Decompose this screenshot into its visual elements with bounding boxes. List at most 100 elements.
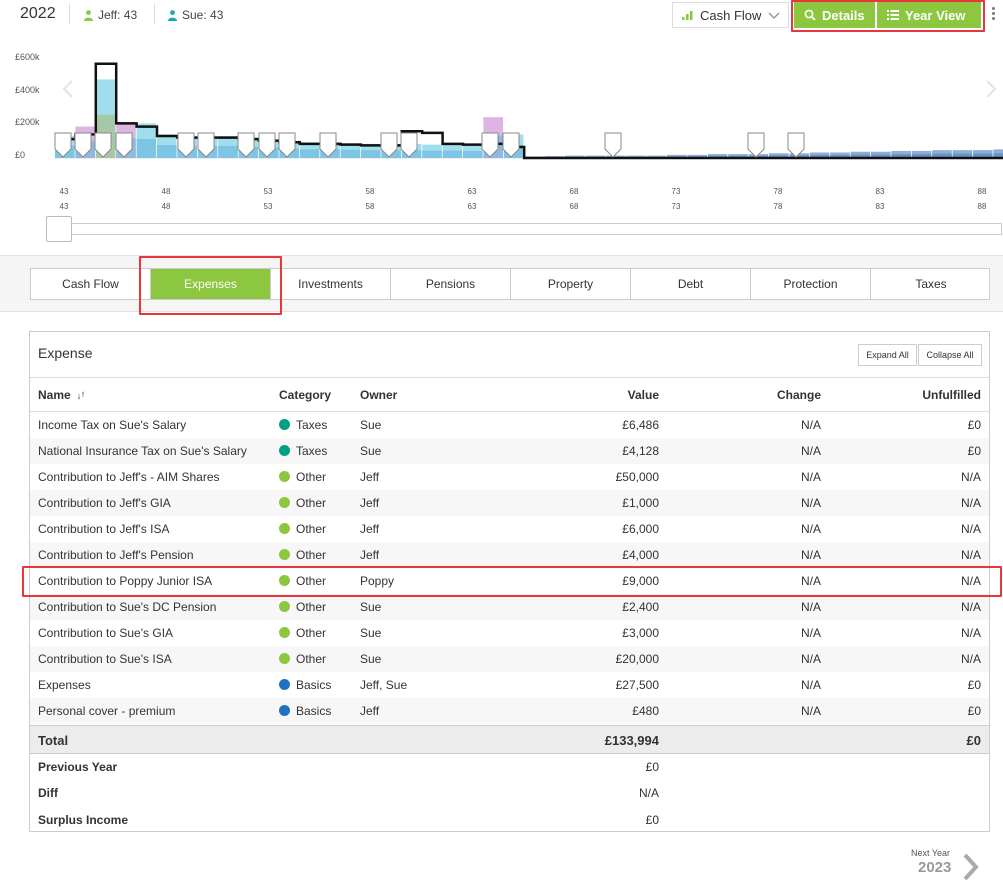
row-owner: Jeff (360, 496, 380, 510)
sort-icon[interactable] (77, 391, 85, 400)
expense-panel: Expense Expand All Collapse All Name Cat… (29, 331, 990, 832)
row-value: £1,000 (622, 496, 659, 510)
age-tick-label: 83 (875, 202, 885, 211)
row-category-label: Basics (296, 678, 332, 692)
table-row[interactable]: Contribution to Jeff's - AIM Shares Other… (30, 464, 989, 490)
chevron-right-icon[interactable] (985, 80, 997, 98)
age-tick-label: 48 (161, 202, 171, 211)
row-owner: Jeff (360, 548, 380, 562)
collapse-all-button[interactable]: Collapse All (918, 344, 982, 366)
table-row[interactable]: Contribution to Jeff's GIA Other Jeff £1,00… (30, 490, 989, 516)
cash-flow-chart[interactable]: £600k £400k £200k £0 Pre-Retirement Reti… (0, 30, 1003, 245)
age-tick-label: 88 (977, 187, 987, 196)
next-year-button[interactable]: Next Year 2023 (911, 848, 979, 881)
total-unfulfilled: £0 (966, 733, 981, 748)
summary-row: Previous Year £0 (30, 754, 989, 780)
row-value: £50,000 (615, 470, 659, 484)
more-menu-icon[interactable] (992, 7, 995, 22)
row-name: Personal cover - premium (38, 704, 176, 718)
row-name: Contribution to Sue's DC Pension (38, 600, 217, 614)
col-category: Category (279, 388, 332, 402)
age-tick-label: 63 (467, 187, 477, 196)
table-row[interactable]: Contribution to Sue's DC Pension Other Sue… (30, 594, 989, 620)
col-owner: Owner (360, 388, 398, 402)
chart-bar-segment (218, 145, 238, 158)
view-select-label: Cash Flow (700, 7, 762, 23)
expand-all-button[interactable]: Expand All (858, 344, 917, 366)
divider (154, 4, 155, 24)
row-category: Other (279, 548, 326, 562)
slider-handle[interactable] (46, 216, 72, 242)
table-row[interactable]: Expenses Basics Jeff, Sue £27,500 N/A £0 (30, 672, 989, 698)
tab-protection[interactable]: Protection (751, 269, 871, 299)
row-name: Contribution to Sue's ISA (38, 652, 172, 666)
row-category-label: Taxes (296, 418, 328, 432)
row-name: Contribution to Sue's GIA (38, 626, 174, 640)
row-unfulfilled: £0 (967, 704, 981, 718)
divider (69, 4, 70, 24)
summary-value: £0 (645, 760, 659, 774)
table-row[interactable]: National Insurance Tax on Sue's Salary Ta… (30, 438, 989, 464)
age-tick-label: 43 (59, 187, 69, 196)
event-marker-icon[interactable] (604, 132, 622, 158)
row-value: £6,486 (622, 418, 659, 432)
row-unfulfilled: £0 (967, 444, 981, 458)
category-dot-icon (279, 445, 290, 456)
tab-taxes[interactable]: Taxes (871, 269, 991, 299)
row-category: Basics (279, 704, 331, 718)
row-unfulfilled: £0 (967, 418, 981, 432)
chart-bar-segment (136, 138, 157, 158)
person-icon (84, 9, 93, 21)
row-value: £2,400 (622, 600, 659, 614)
tab-debt[interactable]: Debt (631, 269, 751, 299)
chart-bar-segment (299, 149, 320, 158)
tab-property[interactable]: Property (511, 269, 631, 299)
tab-cash-flow[interactable]: Cash Flow (31, 269, 151, 299)
category-dot-icon (279, 705, 290, 716)
table-row[interactable]: Contribution to Jeff's Pension Other Jeff £… (30, 542, 989, 568)
panel-header: Expense Expand All Collapse All (30, 332, 989, 378)
details-label: Details (822, 7, 865, 23)
band-pre-retirement: Pre-Retirement (55, 160, 511, 182)
tab-expenses[interactable]: Expenses (151, 269, 271, 299)
col-name[interactable]: Name (38, 388, 85, 402)
table-row[interactable]: Contribution to Poppy Junior ISA Other Pop… (30, 568, 989, 594)
tab-investments[interactable]: Investments (271, 269, 391, 299)
row-category-label: Other (296, 600, 327, 614)
year-view-button[interactable]: Year View (877, 2, 981, 28)
chart-bar-segment (361, 150, 381, 158)
age-tick-label: 43 (59, 202, 69, 211)
list-icon (887, 10, 899, 20)
table-row[interactable]: Personal cover - premium Basics Jeff £480 N/… (30, 698, 989, 724)
category-dot-icon (279, 471, 290, 482)
row-category: Other (279, 496, 326, 510)
age-axis-jeff: 43 48 53 58 63 68 73 78 83 88 (0, 187, 1003, 199)
row-category-label: Other (296, 470, 327, 484)
chevron-left-icon[interactable] (62, 80, 74, 98)
table-row[interactable]: Contribution to Sue's GIA Other Sue £3,000 N… (30, 620, 989, 646)
table-row[interactable]: Contribution to Sue's ISA Other Sue £20,000… (30, 646, 989, 672)
table-row[interactable]: Income Tax on Sue's Salary Taxes Sue £6,486… (30, 412, 989, 438)
view-select[interactable]: Cash Flow (672, 2, 789, 28)
row-category: Other (279, 574, 326, 588)
row-unfulfilled: £0 (967, 678, 981, 692)
row-unfulfilled: N/A (960, 652, 981, 666)
timeline-slider[interactable] (60, 223, 1002, 235)
year-view-label: Year View (905, 7, 966, 23)
event-marker-icon[interactable] (747, 132, 765, 158)
row-change: N/A (800, 418, 821, 432)
row-value: £9,000 (622, 574, 659, 588)
row-change: N/A (800, 522, 821, 536)
category-dot-icon (279, 679, 290, 690)
tab-pensions[interactable]: Pensions (391, 269, 511, 299)
year-label: 2022 (20, 5, 56, 22)
table-row[interactable]: Contribution to Jeff's ISA Other Jeff £6,00… (30, 516, 989, 542)
table-header: Name Category Owner Value Change Unfulfi… (30, 378, 989, 412)
person-icon (168, 9, 177, 21)
row-category: Other (279, 600, 326, 614)
age-axis-sue: 43 48 53 58 63 68 73 78 83 88 (0, 202, 1003, 214)
summary-row: Surplus Income £0 (30, 807, 989, 833)
details-button[interactable]: Details (794, 2, 875, 28)
category-dot-icon (279, 419, 290, 430)
age-tick-label: 68 (569, 187, 579, 196)
